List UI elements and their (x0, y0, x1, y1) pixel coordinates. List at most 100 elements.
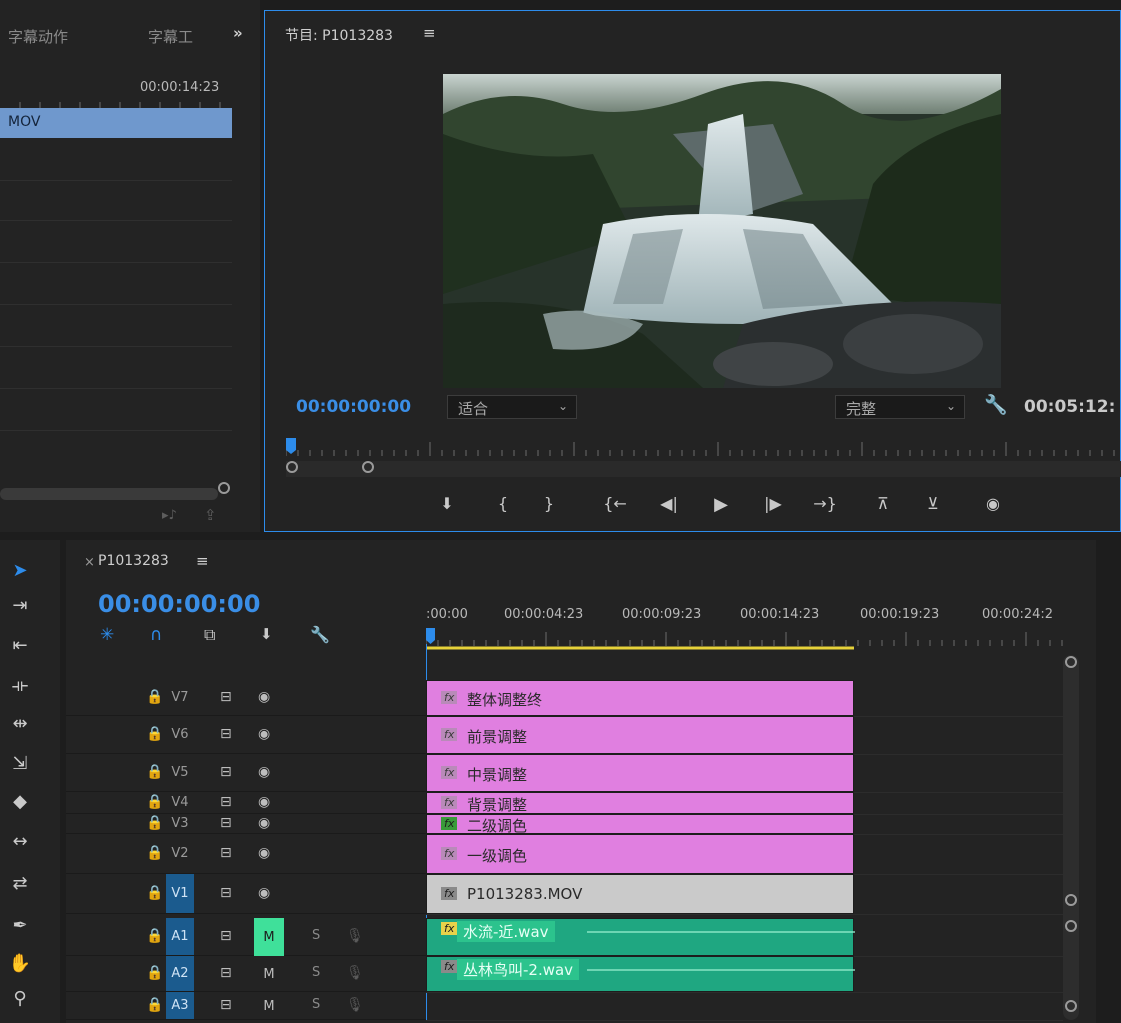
snap-nest-icon[interactable]: ✳ (100, 625, 114, 645)
eye-icon[interactable]: ◉ (258, 794, 270, 810)
zoom-icon[interactable]: ⚲ (4, 988, 36, 1016)
add-marker-icon[interactable]: ⬇ (260, 625, 273, 643)
slide-icon[interactable]: ⇄ (4, 873, 36, 901)
quality-select[interactable]: 完整 ⌄ (835, 395, 965, 419)
lock-icon[interactable]: 🔒 (146, 689, 163, 705)
eye-icon[interactable]: ◉ (258, 689, 270, 705)
lock-icon[interactable]: 🔒 (146, 965, 163, 981)
add-marker-icon[interactable]: ⬇ (434, 494, 460, 513)
track-name[interactable]: V5 (166, 754, 194, 791)
timeline-clip[interactable]: fx 前景调整 (426, 716, 854, 754)
timeline-clip[interactable]: fx 丛林鸟叫-2.wav (426, 956, 855, 992)
sync-lock-icon[interactable]: ⊟ (220, 815, 232, 831)
scroll-handle[interactable] (1065, 1000, 1077, 1012)
snap-magnet-icon[interactable]: ∩ (150, 625, 162, 645)
eye-icon[interactable]: ◉ (258, 764, 270, 780)
sync-lock-icon[interactable]: ⊟ (220, 689, 232, 705)
timeline-clip[interactable]: fx P1013283.MOV (426, 874, 854, 914)
lock-icon[interactable]: 🔒 (146, 726, 163, 742)
step-back-icon[interactable]: ◀| (656, 494, 682, 513)
microphone-icon[interactable]: 🎙 (346, 997, 364, 1013)
pen-icon[interactable]: ✒ (4, 915, 36, 943)
sync-lock-icon[interactable]: ⊟ (220, 726, 232, 742)
lock-icon[interactable]: 🔒 (146, 815, 163, 831)
lock-icon[interactable]: 🔒 (146, 764, 163, 780)
microphone-icon[interactable]: 🎙 (346, 965, 364, 981)
timeline-current-timecode[interactable]: 00:00:00:00 (98, 590, 260, 618)
eye-icon[interactable]: ◉ (258, 726, 270, 742)
sync-lock-icon[interactable]: ⊟ (220, 885, 232, 901)
track-name[interactable]: A3 (166, 992, 194, 1019)
solo-button[interactable]: S (312, 965, 320, 980)
eye-icon[interactable]: ◉ (258, 885, 270, 901)
track-name[interactable]: V6 (166, 716, 194, 753)
timeline-ruler[interactable] (426, 628, 1066, 650)
go-to-in-icon[interactable]: {← (602, 494, 628, 513)
timeline-settings-wrench-icon[interactable]: 🔧 (310, 625, 330, 644)
zoom-handle[interactable] (218, 482, 230, 494)
ripple-edit-icon[interactable]: ⟛ (4, 675, 36, 703)
mute-button[interactable]: M (254, 992, 284, 1020)
timeline-clip[interactable]: fx 中景调整 (426, 754, 854, 792)
timeline-clip[interactable]: fx 整体调整终 (426, 680, 854, 716)
mute-button[interactable]: M (254, 956, 284, 992)
sync-lock-icon[interactable]: ⊟ (220, 794, 232, 810)
rate-stretch-icon[interactable]: ⇲ (4, 753, 36, 781)
eye-icon[interactable]: ◉ (258, 815, 270, 831)
tab-title-actions[interactable]: 字幕动作 (8, 26, 68, 47)
solo-button[interactable]: S (312, 997, 320, 1012)
timeline-clip[interactable]: fx 二级调色 (426, 814, 854, 835)
fit-select[interactable]: 适合 ⌄ (447, 395, 577, 419)
sync-lock-icon[interactable]: ⊟ (220, 764, 232, 780)
slip-icon[interactable]: ↔ (4, 831, 36, 859)
source-scrollbar[interactable] (0, 488, 218, 500)
track-select-forward-icon[interactable]: ⇥ (4, 595, 36, 623)
scroll-handle[interactable] (1065, 894, 1077, 906)
program-current-timecode[interactable]: 00:00:00:00 (296, 397, 411, 417)
go-to-out-icon[interactable]: →} (812, 494, 838, 513)
microphone-icon[interactable]: 🎙 (346, 928, 364, 944)
razor-icon[interactable]: ◆ (4, 791, 36, 819)
export-icon[interactable]: ⇪ (204, 506, 217, 524)
lock-icon[interactable]: 🔒 (146, 845, 163, 861)
rolling-edit-icon[interactable]: ⇹ (4, 713, 36, 741)
timeline-vertical-scrollbar[interactable] (1063, 655, 1079, 1020)
lock-icon[interactable]: 🔒 (146, 928, 163, 944)
mark-out-icon[interactable]: } (536, 494, 562, 513)
track-select-backward-icon[interactable]: ⇤ (4, 635, 36, 663)
close-icon[interactable]: × (84, 555, 95, 570)
step-forward-icon[interactable]: |▶ (760, 494, 786, 513)
source-clip[interactable]: MOV (0, 108, 232, 138)
mute-button[interactable]: M (254, 918, 284, 956)
track-name[interactable]: V7 (166, 680, 194, 715)
wrench-icon[interactable]: 🔧 (984, 393, 1008, 416)
program-ruler[interactable] (286, 436, 1121, 460)
hand-icon[interactable]: ✋ (4, 953, 36, 981)
solo-button[interactable]: S (312, 928, 320, 943)
timeline-clip[interactable]: fx 一级调色 (426, 834, 854, 874)
eye-icon[interactable]: ◉ (258, 845, 270, 861)
scroll-handle[interactable] (1065, 920, 1077, 932)
panel-menu-icon[interactable]: ≡ (196, 552, 209, 570)
lift-icon[interactable]: ⊼ (870, 494, 896, 513)
zoom-handle-right[interactable] (362, 461, 374, 473)
mark-in-icon[interactable]: { (490, 494, 516, 513)
zoom-handle-left[interactable] (286, 461, 298, 473)
sync-lock-icon[interactable]: ⊟ (220, 928, 232, 944)
sequence-tab-label[interactable]: P1013283 (98, 553, 169, 569)
extract-icon[interactable]: ⊻ (920, 494, 946, 513)
linked-selection-icon[interactable]: ⧉ (204, 625, 215, 645)
sync-lock-icon[interactable]: ⊟ (220, 965, 232, 981)
tab-title-tools[interactable]: 字幕工 (148, 26, 193, 47)
play-audio-icon[interactable]: ▸♪ (162, 508, 177, 523)
track-name[interactable]: V2 (166, 834, 194, 873)
track-name[interactable]: A1 (166, 918, 194, 955)
track-name[interactable]: V3 (166, 814, 194, 833)
track-name[interactable]: A2 (166, 956, 194, 991)
selection-tool-icon[interactable]: ➤ (4, 560, 36, 588)
scroll-handle[interactable] (1065, 656, 1077, 668)
panel-overflow-button[interactable]: » (233, 24, 243, 42)
lock-icon[interactable]: 🔒 (146, 997, 163, 1013)
export-frame-icon[interactable]: ◉ (980, 494, 1006, 513)
panel-menu-icon[interactable]: ≡ (423, 24, 436, 42)
